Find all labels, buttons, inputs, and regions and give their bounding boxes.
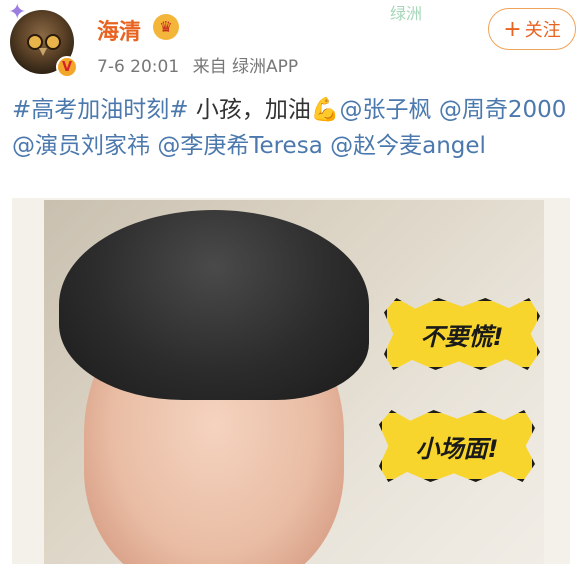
hashtag-link[interactable]: #高考加油时刻# bbox=[12, 97, 189, 123]
post-body-text: 小孩，加油💪 bbox=[188, 97, 340, 123]
post-header: V ✦ 海清 ♛ 7-6 20:01 来自 绿洲APP 绿洲 + 关注 bbox=[0, 0, 581, 92]
post-image[interactable]: 不要慌! 小场面! bbox=[12, 198, 570, 564]
photo: 不要慌! 小场面! bbox=[44, 200, 544, 564]
caption-bubble: 小场面! bbox=[379, 410, 535, 482]
verified-icon: V bbox=[56, 56, 78, 78]
caption-bubble: 不要慌! bbox=[384, 298, 540, 370]
post-time: 7-6 20:01 bbox=[97, 57, 180, 77]
mention-link[interactable]: @周奇2000 bbox=[439, 97, 567, 123]
mention-link[interactable]: @李庚希Teresa bbox=[157, 133, 322, 159]
username[interactable]: 海清 bbox=[97, 14, 141, 46]
post-text: #高考加油时刻# 小孩，加油💪@张子枫 @周奇2000 @演员刘家祎 @李庚希T… bbox=[12, 92, 572, 164]
mention-link[interactable]: @演员刘家祎 bbox=[12, 133, 150, 159]
oasis-decoration-text: 绿洲 bbox=[390, 4, 423, 23]
oasis-decoration: 绿洲 bbox=[390, 0, 500, 30]
post-source: 来自 绿洲APP bbox=[192, 57, 299, 77]
follow-button[interactable]: + 关注 bbox=[488, 8, 576, 50]
owl-eye-right bbox=[45, 34, 61, 50]
sparkle-decoration-icon: ✦ bbox=[8, 0, 27, 25]
post-meta: 7-6 20:01 来自 绿洲APP bbox=[97, 52, 306, 77]
owl-beak bbox=[39, 48, 47, 56]
mention-link[interactable]: @张子枫 bbox=[340, 97, 432, 123]
crown-icon: ♛ bbox=[153, 14, 179, 40]
hair-illustration bbox=[59, 210, 369, 400]
plus-icon: + bbox=[503, 16, 522, 42]
mention-link[interactable]: @赵今麦angel bbox=[330, 133, 486, 159]
follow-label: 关注 bbox=[524, 20, 561, 41]
